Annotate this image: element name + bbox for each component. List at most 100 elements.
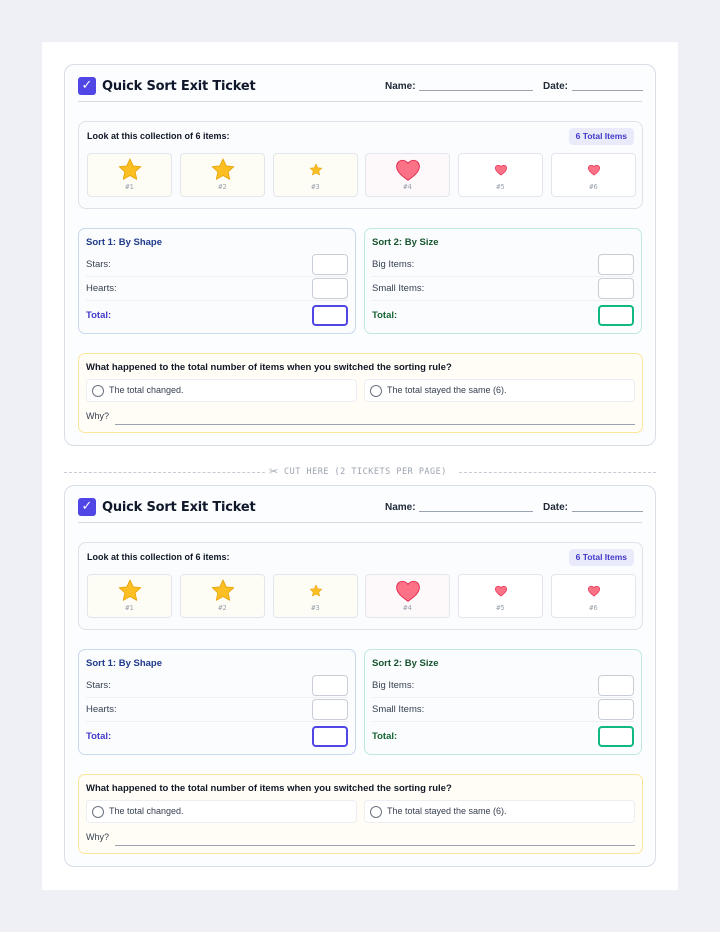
sort2-title: Sort 2: By Size (372, 658, 439, 669)
item-collection: Look at this collection of 6 items: 6 To… (78, 542, 643, 630)
stars-input[interactable] (312, 254, 348, 275)
why-label: Why? (86, 411, 110, 421)
date-field[interactable] (572, 90, 643, 91)
star-big-icon (211, 579, 234, 601)
big-items-label: Big Items: (372, 259, 415, 270)
item-number: #4 (403, 183, 412, 191)
option-label: The total changed. (109, 806, 184, 816)
sort2-total-input[interactable] (598, 305, 634, 326)
sort1-title: Sort 1: By Shape (86, 237, 163, 248)
checkbox-icon: ✓ (78, 498, 96, 516)
ticket-title: Quick Sort Exit Ticket (102, 79, 256, 94)
option-total-changed[interactable]: The total changed. (86, 800, 357, 823)
item-number: #3 (311, 604, 320, 612)
hearts-label: Hearts: (86, 704, 117, 715)
heart-small-icon (494, 585, 507, 597)
total-items-badge: 6 Total Items (568, 549, 634, 566)
item-card: #2 (180, 574, 265, 618)
item-collection: Look at this collection of 6 items: 6 To… (78, 121, 643, 209)
option-total-changed[interactable]: The total changed. (86, 379, 357, 402)
option-total-same[interactable]: The total stayed the same (6). (364, 379, 635, 402)
cut-dash-left (64, 472, 265, 473)
sort1-total-label: Total: (86, 310, 112, 321)
items-row: #1 #2 #3 #4 #5 #6 (87, 153, 636, 197)
star-big-icon (118, 158, 141, 180)
hearts-label: Hearts: (86, 283, 117, 294)
small-items-input[interactable] (598, 278, 634, 299)
row-divider (372, 697, 634, 698)
sort1-total-input[interactable] (312, 305, 348, 326)
hearts-input[interactable] (312, 278, 348, 299)
sort2-total-input[interactable] (598, 726, 634, 747)
radio-button[interactable] (92, 806, 104, 818)
stars-label: Stars: (86, 680, 111, 691)
item-number: #6 (589, 604, 598, 612)
radio-button[interactable] (92, 385, 104, 397)
row-divider (372, 721, 634, 722)
option-label: The total changed. (109, 385, 184, 395)
why-label: Why? (86, 832, 110, 842)
worksheet-page: ✓ Quick Sort Exit Ticket Name: Date: Loo… (42, 42, 678, 890)
item-number: #1 (125, 604, 134, 612)
heart-small-icon (587, 164, 600, 176)
big-items-input[interactable] (598, 675, 634, 696)
ticket-title: Quick Sort Exit Ticket (102, 500, 256, 515)
sort1-total-label: Total: (86, 731, 112, 742)
name-label: Name: (385, 502, 416, 513)
hearts-input[interactable] (312, 699, 348, 720)
items-row: #1 #2 #3 #4 #5 #6 (87, 574, 636, 618)
row-divider (372, 276, 634, 277)
item-number: #1 (125, 183, 134, 191)
row-divider (86, 276, 348, 277)
item-card: #4 (365, 153, 450, 197)
name-field[interactable] (419, 90, 533, 91)
sort1-title: Sort 1: By Shape (86, 658, 163, 669)
big-items-label: Big Items: (372, 680, 415, 691)
sort1-total-input[interactable] (312, 726, 348, 747)
star-small-icon (309, 584, 322, 597)
cut-line: ✂ CUT HERE (2 TICKETS PER PAGE) (64, 465, 656, 479)
why-field[interactable] (115, 424, 635, 425)
option-label: The total stayed the same (6). (387, 385, 507, 395)
stars-input[interactable] (312, 675, 348, 696)
sort2-total-label: Total: (372, 731, 398, 742)
row-divider (86, 697, 348, 698)
collection-prompt: Look at this collection of 6 items: (87, 552, 230, 562)
cut-dash-right (459, 472, 656, 473)
star-small-icon (309, 163, 322, 176)
date-field[interactable] (572, 511, 643, 512)
why-field[interactable] (115, 845, 635, 846)
heart-small-icon (494, 164, 507, 176)
big-items-input[interactable] (598, 254, 634, 275)
question-text: What happened to the total number of ite… (86, 783, 452, 794)
date-label: Date: (543, 502, 569, 513)
heart-big-icon (395, 159, 420, 181)
option-total-same[interactable]: The total stayed the same (6). (364, 800, 635, 823)
collection-prompt: Look at this collection of 6 items: (87, 131, 230, 141)
item-number: #5 (496, 183, 505, 191)
item-card: #2 (180, 153, 265, 197)
item-card: #1 (87, 153, 172, 197)
sort-by-shape-box: Sort 1: By Shape Stars: Hearts: Total: (78, 228, 356, 334)
ticket-header: ✓ Quick Sort Exit Ticket Name: Date: (78, 497, 643, 523)
radio-button[interactable] (370, 385, 382, 397)
name-field[interactable] (419, 511, 533, 512)
sort-by-shape-box: Sort 1: By Shape Stars: Hearts: Total: (78, 649, 356, 755)
heart-big-icon (395, 580, 420, 602)
item-card: #1 (87, 574, 172, 618)
radio-button[interactable] (370, 806, 382, 818)
item-card: #4 (365, 574, 450, 618)
small-items-input[interactable] (598, 699, 634, 720)
exit-ticket-2: ✓ Quick Sort Exit Ticket Name: Date: Loo… (64, 485, 656, 867)
small-items-label: Small Items: (372, 704, 425, 715)
item-number: #4 (403, 604, 412, 612)
name-label: Name: (385, 81, 416, 92)
item-card: #6 (551, 574, 636, 618)
sort2-title: Sort 2: By Size (372, 237, 439, 248)
option-label: The total stayed the same (6). (387, 806, 507, 816)
item-number: #2 (218, 604, 227, 612)
item-number: #3 (311, 183, 320, 191)
row-divider (372, 300, 634, 301)
heart-small-icon (587, 585, 600, 597)
reflection-question: What happened to the total number of ite… (78, 774, 643, 854)
